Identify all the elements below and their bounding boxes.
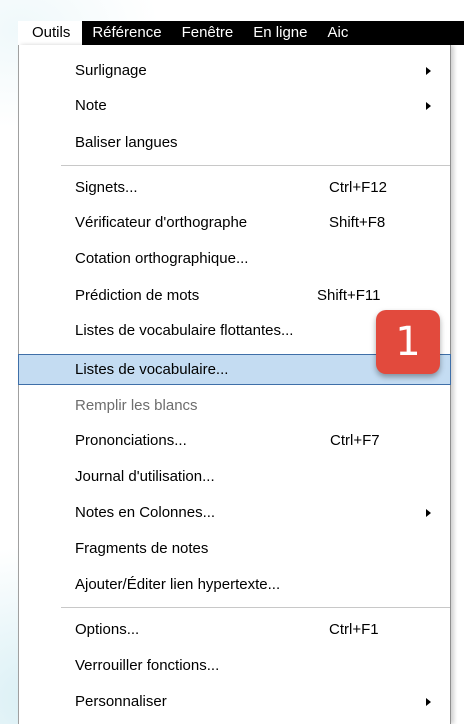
menu-item-prediction-de-mots[interactable]: Prédiction de mots Shift+F11 xyxy=(19,280,450,312)
menu-item-journal-utilisation[interactable]: Journal d'utilisation... xyxy=(19,461,450,493)
menu-item-label: Verrouiller fonctions... xyxy=(75,657,220,674)
menu-item-fragments-de-notes[interactable]: Fragments de notes xyxy=(19,533,450,565)
menu-item-label: Note xyxy=(75,97,107,114)
menubar-item-outils[interactable]: Outils xyxy=(18,21,83,45)
menu-item-label: Personnaliser xyxy=(75,693,167,710)
menu-item-shortcut: Ctrl+F1 xyxy=(329,621,379,638)
menu-item-prononciations[interactable]: Prononciations... Ctrl+F7 xyxy=(19,425,450,457)
menubar-item-fenetre[interactable]: Fenêtre xyxy=(172,21,244,45)
menu-item-label: Prononciations... xyxy=(75,432,187,449)
menubar-item-reference[interactable]: Référence xyxy=(82,21,171,45)
menu-item-notes-en-colonnes[interactable]: Notes en Colonnes... xyxy=(19,497,450,529)
menu-item-shortcut: Shift+F11 xyxy=(317,287,381,304)
menu-item-personnaliser[interactable]: Personnaliser xyxy=(19,686,450,718)
menu-bar: Outils Référence Fenêtre En ligne Aic xyxy=(18,21,464,45)
menubar-item-en-ligne[interactable]: En ligne xyxy=(243,21,317,45)
menu-item-label: Options... xyxy=(75,621,140,638)
menu-item-shortcut: Ctrl+F7 xyxy=(330,432,380,449)
menu-item-label: Cotation orthographique... xyxy=(75,250,249,267)
menu-separator xyxy=(61,607,450,608)
menu-item-label: Listes de vocabulaire flottantes... xyxy=(75,322,294,339)
menu-item-label: Listes de vocabulaire... xyxy=(75,361,229,378)
menu-item-shortcut: Shift+F8 xyxy=(329,214,386,231)
submenu-arrow-icon xyxy=(426,698,431,706)
menu-item-note[interactable]: Note xyxy=(19,90,450,122)
menu-item-label: Ajouter/Éditer lien hypertexte... xyxy=(75,576,281,593)
menu-item-label: Remplir les blancs xyxy=(75,397,198,414)
menu-item-label: Vérificateur d'orthographe xyxy=(75,214,248,231)
menu-item-label: Prédiction de mots xyxy=(75,287,200,304)
menu-item-shortcut: Ctrl+F12 xyxy=(329,179,387,196)
submenu-arrow-icon xyxy=(426,509,431,517)
submenu-arrow-icon xyxy=(426,102,431,110)
menu-item-cotation-orthographique[interactable]: Cotation orthographique... xyxy=(19,243,450,275)
menu-item-remplir-les-blancs: Remplir les blancs xyxy=(19,390,450,422)
menu-item-label: Fragments de notes xyxy=(75,540,209,557)
submenu-arrow-icon xyxy=(426,67,431,75)
step-number-badge: 1 xyxy=(376,310,440,374)
menu-item-label: Signets... xyxy=(75,179,138,196)
menu-separator xyxy=(61,165,450,166)
menu-item-label: Journal d'utilisation... xyxy=(75,468,215,485)
menu-item-baliser-langues[interactable]: Baliser langues xyxy=(19,127,450,159)
menu-item-label: Notes en Colonnes... xyxy=(75,504,216,521)
menu-item-label: Surlignage xyxy=(75,62,147,79)
menu-item-label: Baliser langues xyxy=(75,134,178,151)
menu-item-verificateur-orthographe[interactable]: Vérificateur d'orthographe Shift+F8 xyxy=(19,207,450,239)
menu-item-surlignage[interactable]: Surlignage xyxy=(19,55,450,87)
menu-item-options[interactable]: Options... Ctrl+F1 xyxy=(19,614,450,646)
menu-item-signets[interactable]: Signets... Ctrl+F12 xyxy=(19,172,450,204)
menu-item-ajouter-editer-lien[interactable]: Ajouter/Éditer lien hypertexte... xyxy=(19,569,450,601)
menubar-item-aide[interactable]: Aic xyxy=(317,21,358,45)
menu-item-verrouiller-fonctions[interactable]: Verrouiller fonctions... xyxy=(19,650,450,682)
outils-dropdown-menu: Surlignage Note Baliser langues Signets.… xyxy=(18,45,451,724)
